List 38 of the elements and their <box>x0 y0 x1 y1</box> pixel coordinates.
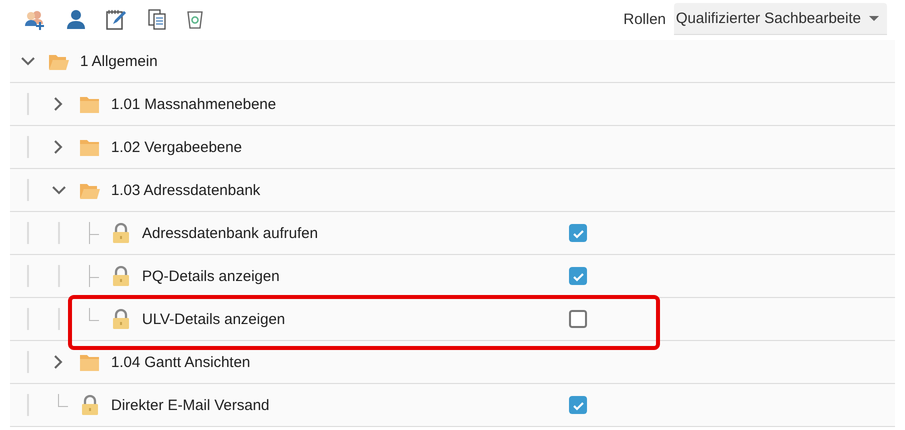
user-icon[interactable] <box>67 9 85 29</box>
check-icon <box>572 270 584 282</box>
folder-label: 1.03 Adressdatenbank <box>111 182 260 198</box>
padlock-icon <box>112 266 130 286</box>
permission-label: PQ-Details anzeigen <box>142 268 280 284</box>
role-select[interactable]: Qualifizierter Sachbearbeite <box>674 3 887 35</box>
chevron-right-icon <box>54 355 63 369</box>
check-icon <box>572 400 584 410</box>
add-users-icon[interactable] <box>24 8 46 30</box>
open-folder-icon <box>80 182 100 198</box>
roles-label: Rollen <box>623 10 666 28</box>
permission-label: Adressdatenbank aufrufen <box>142 224 318 242</box>
trash-bin-icon[interactable] <box>187 9 203 29</box>
checkbox[interactable] <box>569 310 587 328</box>
chevron-right-icon <box>54 140 63 154</box>
chevron-right-icon <box>54 97 63 111</box>
padlock-icon <box>80 395 98 415</box>
folder-label: 1.04 Gantt Ansichten <box>111 354 250 370</box>
checkbox[interactable] <box>569 224 587 242</box>
padlock-icon <box>112 223 130 243</box>
check-icon <box>572 228 584 238</box>
folder-icon <box>80 138 99 156</box>
open-folder-icon <box>48 52 68 70</box>
folder-label: 1 Allgemein <box>80 52 158 70</box>
checkbox[interactable] <box>569 267 587 285</box>
permission-label: ULV-Details anzeigen <box>142 310 286 328</box>
chevron-down-icon <box>52 186 66 194</box>
padlock-icon <box>112 309 130 329</box>
checkbox[interactable] <box>569 396 587 414</box>
edit-note-icon[interactable] <box>106 8 127 30</box>
folder-label: 1.01 Massnahmenebene <box>111 96 276 112</box>
permission-label: Direkter E-Mail Versand <box>111 396 270 414</box>
chevron-down-icon <box>20 56 34 66</box>
copy-icon[interactable] <box>148 8 166 30</box>
folder-icon <box>80 96 99 112</box>
caret-icon <box>869 16 879 21</box>
folder-icon <box>80 354 99 370</box>
folder-label: 1.02 Vergabeebene <box>111 138 242 156</box>
